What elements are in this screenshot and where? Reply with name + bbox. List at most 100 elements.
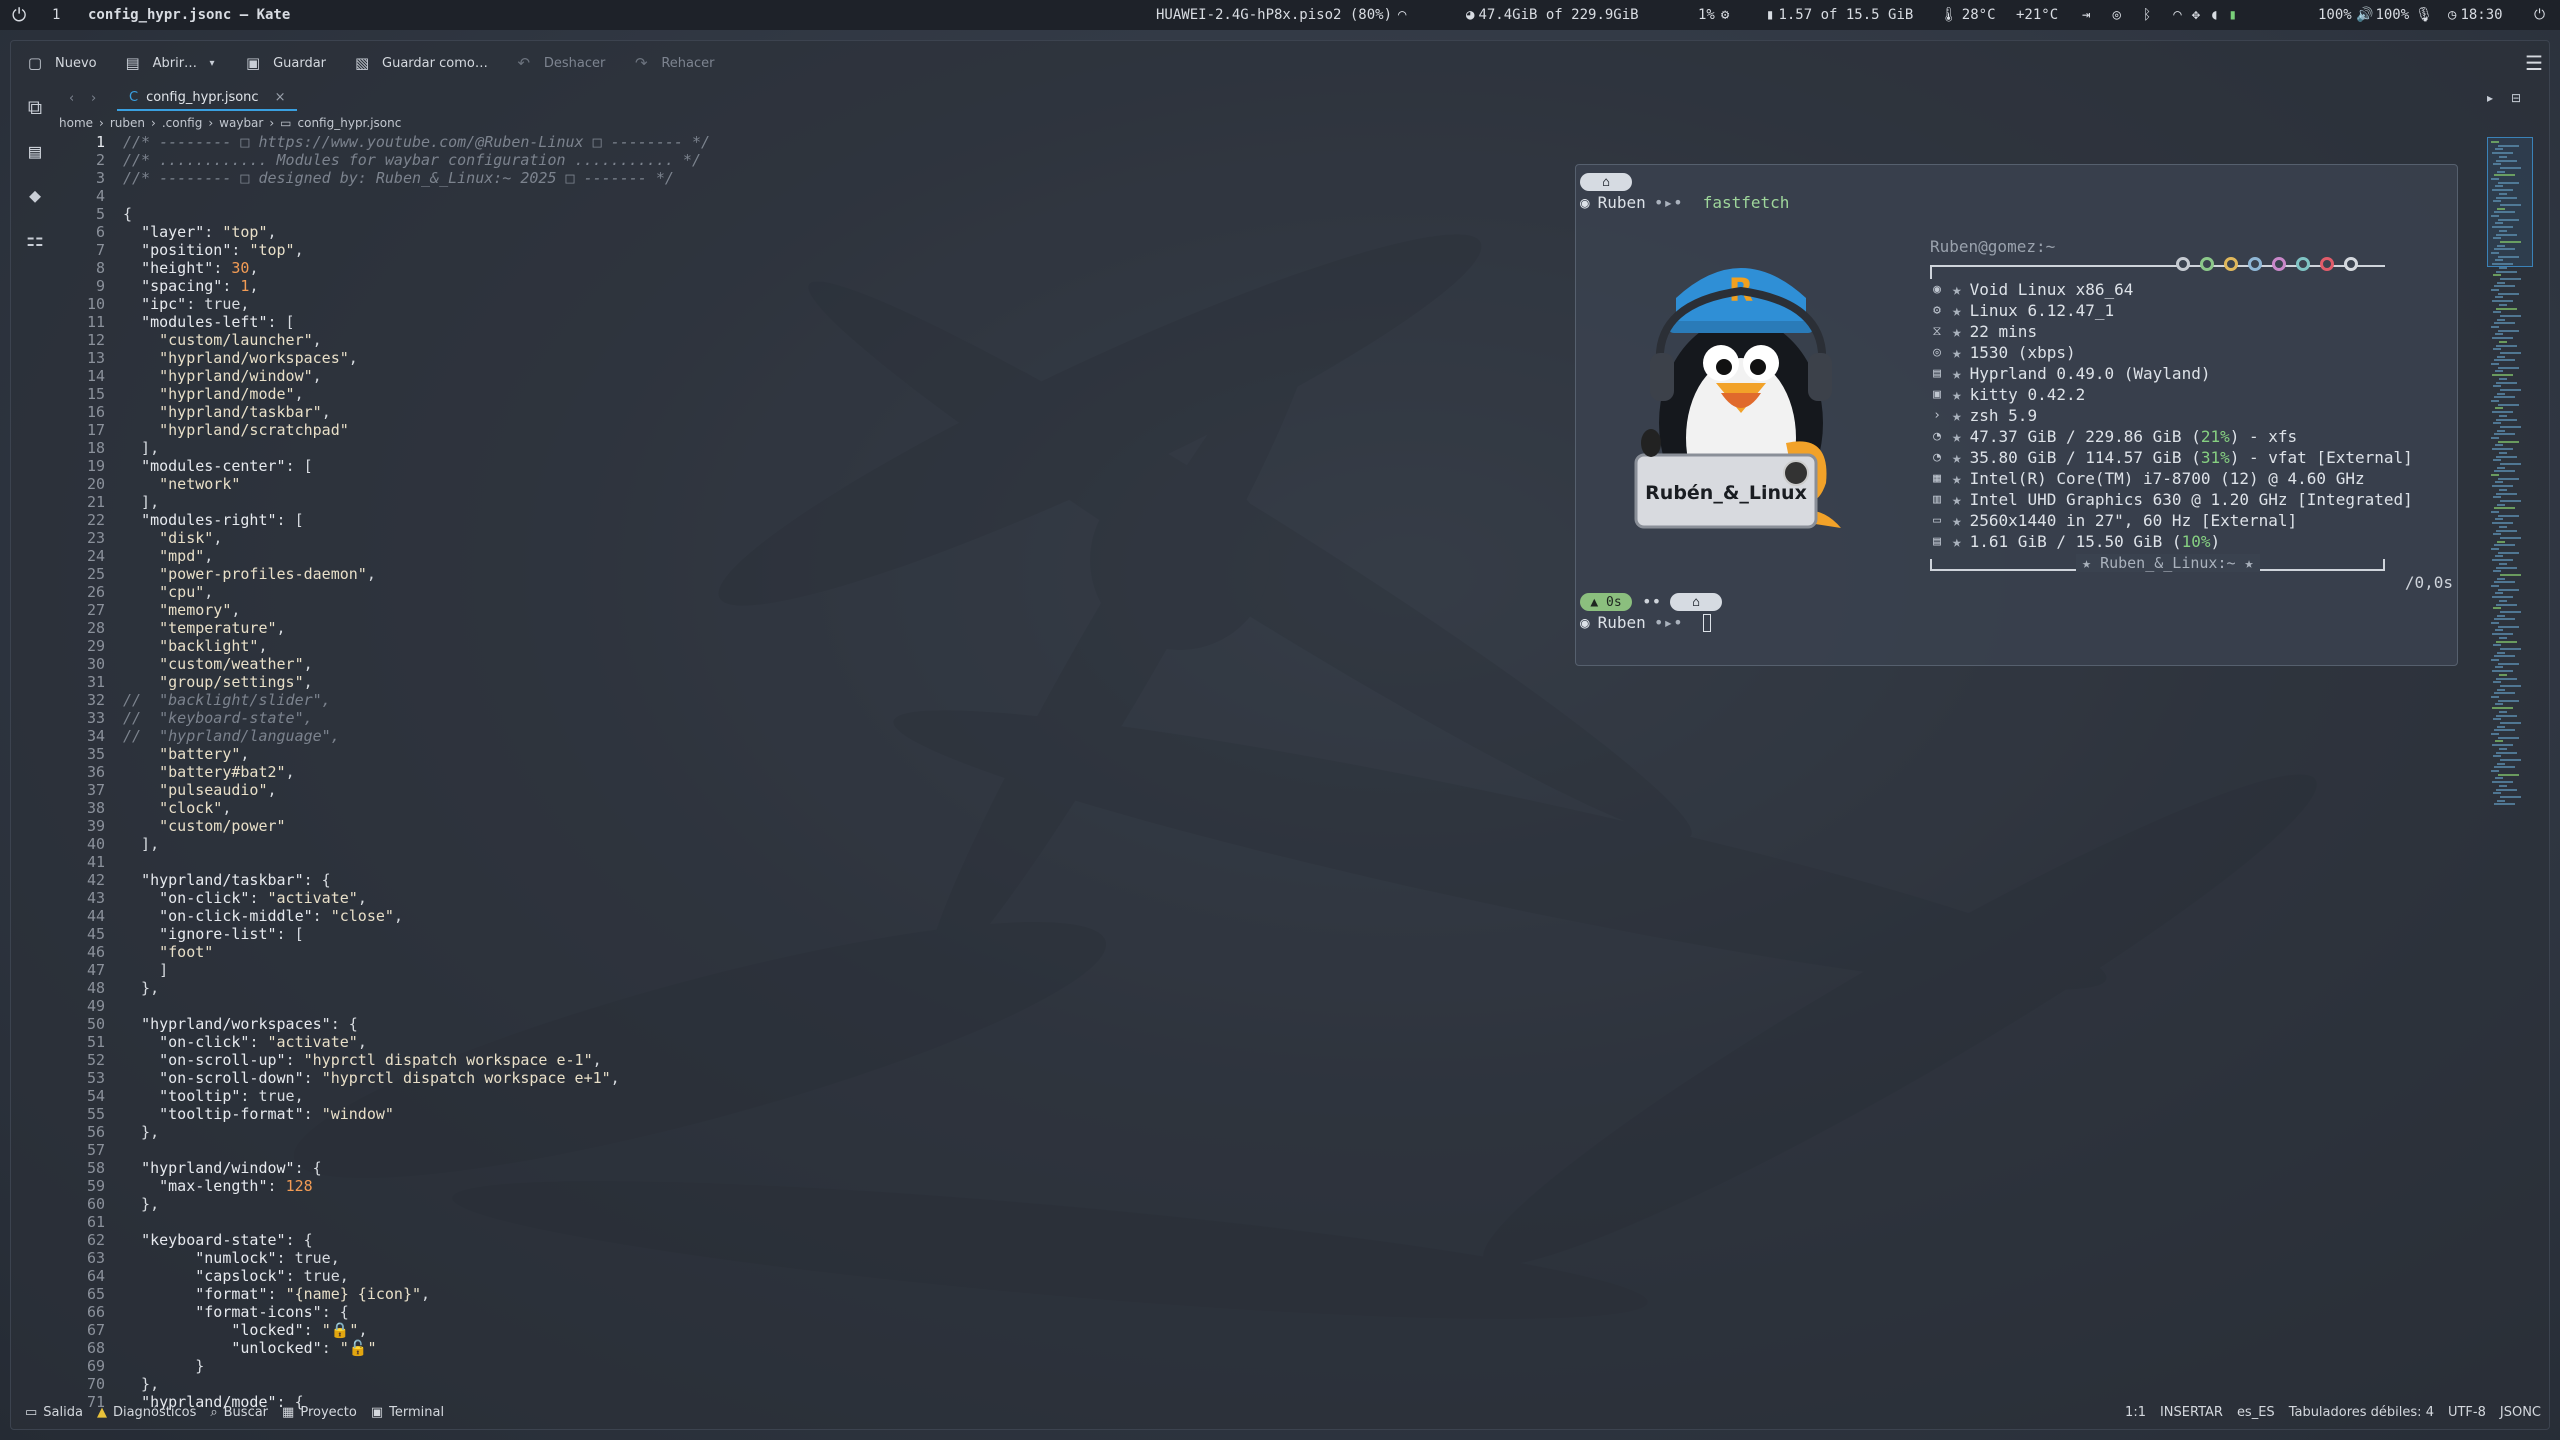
code-line[interactable]: "locked": "🔒", xyxy=(123,1321,710,1339)
code-line[interactable]: "backlight", xyxy=(123,637,710,655)
memory-status[interactable]: ▮ 1.57 of 15.5 GiB xyxy=(1766,0,1913,30)
code-line[interactable]: "hyprland/taskbar": { xyxy=(123,871,710,889)
code-line[interactable]: ], xyxy=(123,439,710,457)
breadcrumb-file[interactable]: config_hypr.jsonc xyxy=(298,116,402,130)
code-line[interactable]: "spacing": 1, xyxy=(123,277,710,295)
code-line[interactable]: }, xyxy=(123,979,710,997)
redo-button[interactable]: ↷ Rehacer xyxy=(631,53,714,73)
code-line[interactable]: "format": "{name} {icon}", xyxy=(123,1285,710,1303)
code-line[interactable]: "disk", xyxy=(123,529,710,547)
launcher-icon[interactable]: ⏻ xyxy=(12,0,26,30)
input-mode[interactable]: INSERTAR xyxy=(2160,1405,2223,1420)
volume-status[interactable]: 🔊 100% 🎙 xyxy=(2356,0,2433,30)
code-line[interactable]: "hyprland/scratchpad" xyxy=(123,421,710,439)
code-line[interactable]: ] xyxy=(123,961,710,979)
nav-back-icon[interactable]: ‹ xyxy=(69,91,74,106)
code-line[interactable]: "foot" xyxy=(123,943,710,961)
code-line[interactable]: //* -------- □ designed by: Ruben_&_Linu… xyxy=(123,169,710,187)
breadcrumb-waybar[interactable]: waybar xyxy=(219,116,263,130)
power-icon[interactable]: ⏻ xyxy=(2534,0,2545,30)
code-line[interactable]: "hyprland/workspaces", xyxy=(123,349,710,367)
code-line[interactable] xyxy=(123,1141,710,1159)
code-line[interactable]: "hyprland/mode", xyxy=(123,385,710,403)
code-line[interactable]: "custom/power" xyxy=(123,817,710,835)
code-line[interactable]: "battery#bat2", xyxy=(123,763,710,781)
code-line[interactable]: "pulseaudio", xyxy=(123,781,710,799)
code-line[interactable]: //* ............ Modules for waybar conf… xyxy=(123,151,710,169)
hamburger-menu-icon[interactable]: ☰ xyxy=(2525,51,2543,75)
code-line[interactable]: "temperature", xyxy=(123,619,710,637)
minimap[interactable] xyxy=(2487,137,2533,837)
breadcrumb-home[interactable]: home xyxy=(59,116,93,130)
code-line[interactable]: }, xyxy=(123,1195,710,1213)
tab-options-icon[interactable]: ▸ xyxy=(2487,91,2493,105)
code-line[interactable]: ], xyxy=(123,493,710,511)
code-line[interactable] xyxy=(123,187,710,205)
code-line[interactable]: "max-length": 128 xyxy=(123,1177,710,1195)
code-line[interactable]: "keyboard-state": { xyxy=(123,1231,710,1249)
workspace-indicator[interactable]: 1 xyxy=(52,0,60,30)
code-line[interactable]: "network" xyxy=(123,475,710,493)
code-line[interactable]: "hyprland/taskbar", xyxy=(123,403,710,421)
search-button[interactable]: ⌕ Buscar xyxy=(210,1405,268,1420)
diagnostics-button[interactable]: ▲ Diagnósticos xyxy=(97,1405,196,1420)
close-tab-icon[interactable]: × xyxy=(275,90,286,105)
code-line[interactable]: "numlock": true, xyxy=(123,1249,710,1267)
code-line[interactable]: "memory", xyxy=(123,601,710,619)
code-line[interactable]: } xyxy=(123,1357,710,1375)
code-line[interactable]: "modules-left": [ xyxy=(123,313,710,331)
code-line[interactable]: "ipc": true, xyxy=(123,295,710,313)
code-line[interactable]: "modules-center": [ xyxy=(123,457,710,475)
code-line[interactable]: "hyprland/window", xyxy=(123,367,710,385)
code-line[interactable]: }, xyxy=(123,1123,710,1141)
breadcrumb-ruben[interactable]: ruben xyxy=(110,116,145,130)
terminal-window[interactable]: ⌂ ◉ Ruben •▸• fastfetch R Rubén_&_Linux Ru… xyxy=(1575,164,2458,666)
settings-group[interactable]: ⇥ ◎ ᛒ ◠ ✥ ◖ ▮ xyxy=(2082,0,2237,30)
code-line[interactable] xyxy=(123,1213,710,1231)
code-line[interactable]: "power-profiles-daemon", xyxy=(123,565,710,583)
git-icon[interactable]: ◆ xyxy=(23,183,47,207)
code-line[interactable]: "hyprland/workspaces": { xyxy=(123,1015,710,1033)
encoding[interactable]: UTF-8 xyxy=(2448,1405,2486,1420)
code-line[interactable] xyxy=(123,997,710,1015)
code-line[interactable]: // "hyprland/language", xyxy=(123,727,710,745)
code-line[interactable]: "tooltip": true, xyxy=(123,1087,710,1105)
tab-config-hypr[interactable]: C config_hypr.jsonc × xyxy=(117,85,298,111)
documents-icon[interactable]: ⧉ xyxy=(23,95,47,119)
code-line[interactable]: "group/settings", xyxy=(123,673,710,691)
save-button[interactable]: ▣ Guardar xyxy=(243,53,326,73)
backlight-status[interactable]: 100% xyxy=(2318,0,2352,30)
code-line[interactable]: "cpu", xyxy=(123,583,710,601)
code-line[interactable]: "on-scroll-up": "hyprctl dispatch worksp… xyxy=(123,1051,710,1069)
code-line[interactable]: "capslock": true, xyxy=(123,1267,710,1285)
code-line[interactable]: "modules-right": [ xyxy=(123,511,710,529)
code-line[interactable]: "custom/launcher", xyxy=(123,331,710,349)
symbols-icon[interactable]: ⚏ xyxy=(23,227,47,251)
terminal-button[interactable]: ▣ Terminal xyxy=(371,1405,444,1420)
code-line[interactable] xyxy=(123,853,710,871)
code-line[interactable]: "on-scroll-down": "hyprctl dispatch work… xyxy=(123,1069,710,1087)
code-line[interactable]: { xyxy=(123,205,710,223)
code-line[interactable]: "tooltip-format": "window" xyxy=(123,1105,710,1123)
output-button[interactable]: ▭ Salida xyxy=(25,1405,83,1420)
code-line[interactable]: // "keyboard-state", xyxy=(123,709,710,727)
spell-language[interactable]: es_ES xyxy=(2237,1405,2275,1420)
weather-status[interactable]: +21°C xyxy=(2016,0,2058,30)
code-line[interactable]: "unlocked": "🔓" xyxy=(123,1339,710,1357)
indentation[interactable]: Tabuladores débiles: 4 xyxy=(2289,1405,2434,1420)
code-line[interactable]: "on-click": "activate", xyxy=(123,889,710,907)
code-line[interactable]: }, xyxy=(123,1375,710,1393)
code-line[interactable]: "mpd", xyxy=(123,547,710,565)
code-line[interactable]: "custom/weather", xyxy=(123,655,710,673)
code-line[interactable]: "layer": "top", xyxy=(123,223,710,241)
code-line[interactable]: "battery", xyxy=(123,745,710,763)
file-list-icon[interactable]: ▤ xyxy=(23,139,47,163)
undo-button[interactable]: ↶ Deshacer xyxy=(514,53,606,73)
new-button[interactable]: ▢ Nuevo xyxy=(25,53,97,73)
code-line[interactable]: "height": 30, xyxy=(123,259,710,277)
temperature-status[interactable]: 🌡 28°C xyxy=(1940,0,1996,30)
clock[interactable]: ◷ 18:30 xyxy=(2448,0,2503,30)
code-line[interactable]: "on-click": "activate", xyxy=(123,1033,710,1051)
breadcrumb-config[interactable]: .config xyxy=(162,116,203,130)
code-line[interactable]: //* -------- □ https://www.youtube.com/@… xyxy=(123,133,710,151)
